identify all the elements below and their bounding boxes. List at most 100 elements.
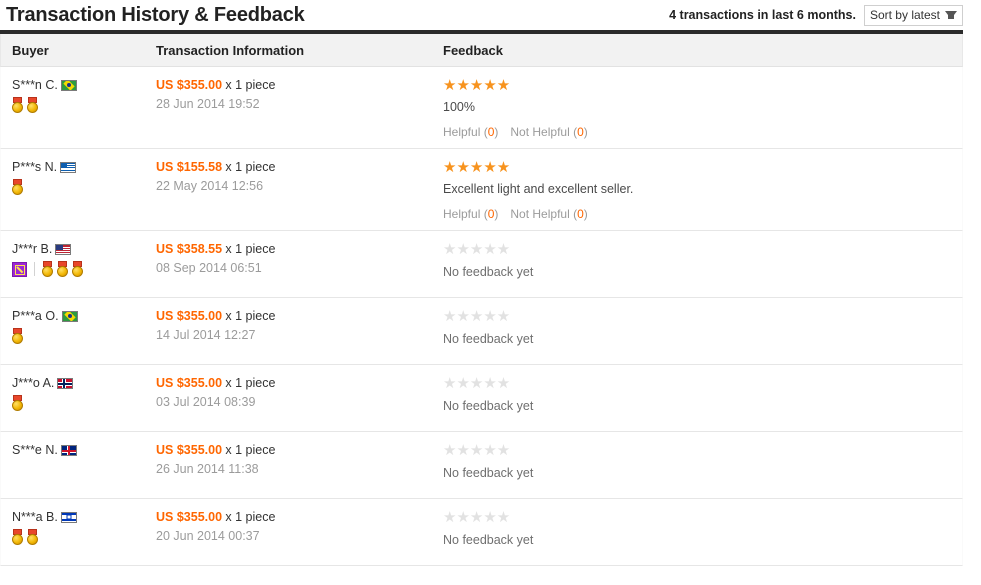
transactions-table: Buyer Transaction Information Feedback S…: [0, 30, 963, 566]
feedback-cell: ★★★★★ Excellent light and excellent selle…: [443, 159, 962, 222]
flag-icon-gb: [60, 444, 77, 456]
transaction-information-cell: US $355.00 x 1 piece 14 Jul 2014 12:27: [156, 309, 443, 355]
transaction-information-cell: US $355.00 x 1 piece 28 Jun 2014 19:52: [156, 78, 443, 139]
buyer-badges: [12, 528, 156, 546]
header-right-controls: 4 transactions in last 6 months. Sort by…: [669, 4, 963, 26]
buyer-name-line: S***n C.: [12, 78, 156, 92]
transaction-date: 26 Jun 2014 11:38: [156, 462, 259, 476]
buyer-cell: S***n C.: [1, 78, 156, 139]
table-row: S***n C. US $355.00 x 1 piece 28 Jun 2014 …: [0, 67, 963, 149]
rating-stars-empty: ★★★★★: [443, 308, 511, 325]
buyer-badges: [12, 394, 156, 412]
transaction-price-line: US $355.00 x 1 piece: [156, 443, 443, 457]
transaction-quantity: x 1 piece: [225, 376, 276, 390]
transaction-price: US $155.58: [156, 160, 223, 174]
helpful-count: 0: [487, 207, 495, 221]
rating-stars-empty: ★★★★★: [443, 241, 511, 258]
buyer-cell: P***a O.: [1, 309, 156, 355]
flag-icon-gr: [60, 161, 77, 173]
sort-by-dropdown[interactable]: Sort by latest: [863, 4, 963, 26]
buyer-badges: [12, 178, 156, 196]
rating-stars: ★★★★★: [443, 159, 511, 176]
not-helpful-count: 0: [577, 207, 584, 221]
helpful-count: 0: [487, 125, 495, 139]
table-header-row: Buyer Transaction Information Feedback: [0, 34, 963, 67]
medal-icon: [42, 261, 53, 277]
transaction-count-label: 4 transactions in last 6 months.: [669, 8, 856, 22]
transaction-date: 14 Jul 2014 12:27: [156, 328, 256, 342]
feedback-cell: ★★★★★ No feedback yet: [443, 242, 962, 288]
transaction-price: US $355.00: [156, 510, 223, 524]
buyer-badges: [12, 96, 156, 114]
buyer-cell: J***o A.: [1, 376, 156, 422]
transaction-quantity: x 1 piece: [225, 510, 276, 524]
feedback-cell: ★★★★★ No feedback yet: [443, 309, 962, 355]
buyer-cell: J***r B.: [1, 242, 156, 288]
buyer-cell: P***s N.: [1, 160, 156, 221]
table-body: S***n C. US $355.00 x 1 piece 28 Jun 2014 …: [0, 67, 963, 566]
not-helpful-link[interactable]: Not Helpful (0): [510, 125, 587, 139]
table-row: J***r B. US $358.55 x 1 piece 08 Sep 2014 …: [0, 231, 963, 298]
buyer-name-line: P***s N.: [12, 160, 156, 174]
flag-icon-us: [55, 243, 72, 255]
transaction-date: 28 Jun 2014 19:52: [156, 97, 260, 111]
feedback-cell: ★★★★★ No feedback yet: [443, 376, 962, 422]
no-feedback-label: No feedback yet: [443, 533, 534, 547]
not-helpful-count: 0: [577, 125, 584, 139]
transaction-price-line: US $358.55 x 1 piece: [156, 242, 443, 256]
transaction-price-line: US $355.00 x 1 piece: [156, 376, 443, 390]
column-header-buyer: Buyer: [12, 42, 49, 58]
transaction-price-line: US $355.00 x 1 piece: [156, 78, 443, 92]
buyer-badges: [12, 260, 156, 278]
medal-icon: [12, 395, 23, 411]
transaction-price-line: US $355.00 x 1 piece: [156, 309, 443, 323]
feedback-cell: ★★★★★ 100% Helpful (0) Not Helpful (0): [443, 78, 962, 140]
buyer-name[interactable]: S***e N.: [12, 443, 58, 457]
no-feedback-label: No feedback yet: [443, 332, 534, 346]
badge-divider: [34, 262, 35, 276]
transaction-quantity: x 1 piece: [225, 309, 276, 323]
buyer-name[interactable]: N***a B.: [12, 510, 58, 524]
buyer-name[interactable]: S***n C.: [12, 78, 58, 92]
helpful-link[interactable]: Helpful (0): [443, 125, 498, 139]
transaction-date: 08 Sep 2014 06:51: [156, 261, 262, 275]
transaction-price: US $355.00: [156, 376, 223, 390]
transaction-history-page: Transaction History & Feedback 4 transac…: [0, 0, 981, 585]
buyer-name[interactable]: P***a O.: [12, 309, 59, 323]
table-row: S***e N. US $355.00 x 1 piece 26 Jun 2014 …: [0, 432, 963, 499]
chevron-down-icon: [945, 11, 957, 19]
medal-icon: [27, 97, 38, 113]
transaction-price-line: US $155.58 x 1 piece: [156, 160, 443, 174]
not-helpful-link[interactable]: Not Helpful (0): [510, 207, 587, 221]
medal-icon: [12, 529, 23, 545]
no-feedback-label: No feedback yet: [443, 399, 534, 413]
transaction-information-cell: US $355.00 x 1 piece 26 Jun 2014 11:38: [156, 443, 443, 489]
flag-icon-no: [57, 377, 74, 389]
transaction-price-line: US $355.00 x 1 piece: [156, 510, 443, 524]
transaction-quantity: x 1 piece: [225, 78, 276, 92]
transaction-price: US $355.00: [156, 443, 223, 457]
buyer-name[interactable]: J***r B.: [12, 242, 52, 256]
buyer-name-line: S***e N.: [12, 443, 156, 457]
transaction-information-cell: US $155.58 x 1 piece 22 May 2014 12:56: [156, 160, 443, 221]
verified-badge-icon: [12, 261, 27, 277]
transaction-quantity: x 1 piece: [225, 443, 276, 457]
buyer-name[interactable]: P***s N.: [12, 160, 57, 174]
feedback-cell: ★★★★★ No feedback yet: [443, 443, 962, 489]
feedback-helpful-actions: Helpful (0) Not Helpful (0): [443, 207, 962, 221]
transaction-information-cell: US $355.00 x 1 piece 20 Jun 2014 00:37: [156, 510, 443, 556]
no-feedback-label: No feedback yet: [443, 265, 534, 279]
feedback-percentage: 100%: [443, 100, 475, 114]
buyer-name-line: J***r B.: [12, 242, 156, 256]
flag-icon-br: [60, 79, 77, 91]
buyer-cell: S***e N.: [1, 443, 156, 489]
buyer-name[interactable]: J***o A.: [12, 376, 54, 390]
buyer-badges: [12, 327, 156, 345]
helpful-link[interactable]: Helpful (0): [443, 207, 498, 221]
transaction-date: 20 Jun 2014 00:37: [156, 529, 260, 543]
medal-icon: [12, 179, 23, 195]
medal-icon: [57, 261, 68, 277]
table-row: P***a O. US $355.00 x 1 piece 14 Jul 2014 …: [0, 298, 963, 365]
flag-icon-br: [61, 310, 78, 322]
column-header-transaction-information: Transaction Information: [156, 42, 305, 58]
